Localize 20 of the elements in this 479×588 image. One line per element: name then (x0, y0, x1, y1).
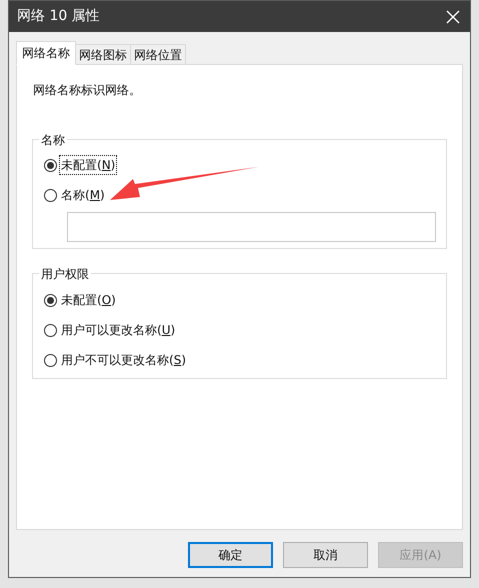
description-text: 网络名称标识网络。 (32, 82, 142, 99)
radio-button[interactable] (44, 354, 57, 366)
tab[interactable]: 网络位置 (131, 44, 186, 65)
dialog-button[interactable]: 取消 (283, 542, 368, 568)
radio-button[interactable] (44, 158, 57, 172)
radio-label[interactable]: 用户不可以更改名称(S) (60, 351, 187, 369)
radio-button[interactable] (44, 294, 57, 306)
radio-label[interactable]: 用户可以更改名称(U) (60, 321, 176, 339)
radio-label[interactable]: 未配置(N) (60, 156, 116, 174)
dialog-button[interactable]: 确定 (188, 542, 273, 568)
radio-button[interactable] (44, 188, 57, 202)
tab[interactable]: 网络图标 (76, 44, 131, 65)
window-title: 网络 10 属性 (17, 7, 100, 26)
close-icon (446, 10, 460, 24)
name-input-field[interactable] (67, 212, 436, 242)
tab[interactable]: 网络名称 (16, 41, 76, 65)
radio-button[interactable] (44, 324, 57, 336)
radio-label[interactable]: 名称(M) (60, 186, 106, 204)
group-title: 用户权限 (39, 265, 91, 283)
radio-label[interactable]: 未配置(O) (60, 291, 117, 309)
